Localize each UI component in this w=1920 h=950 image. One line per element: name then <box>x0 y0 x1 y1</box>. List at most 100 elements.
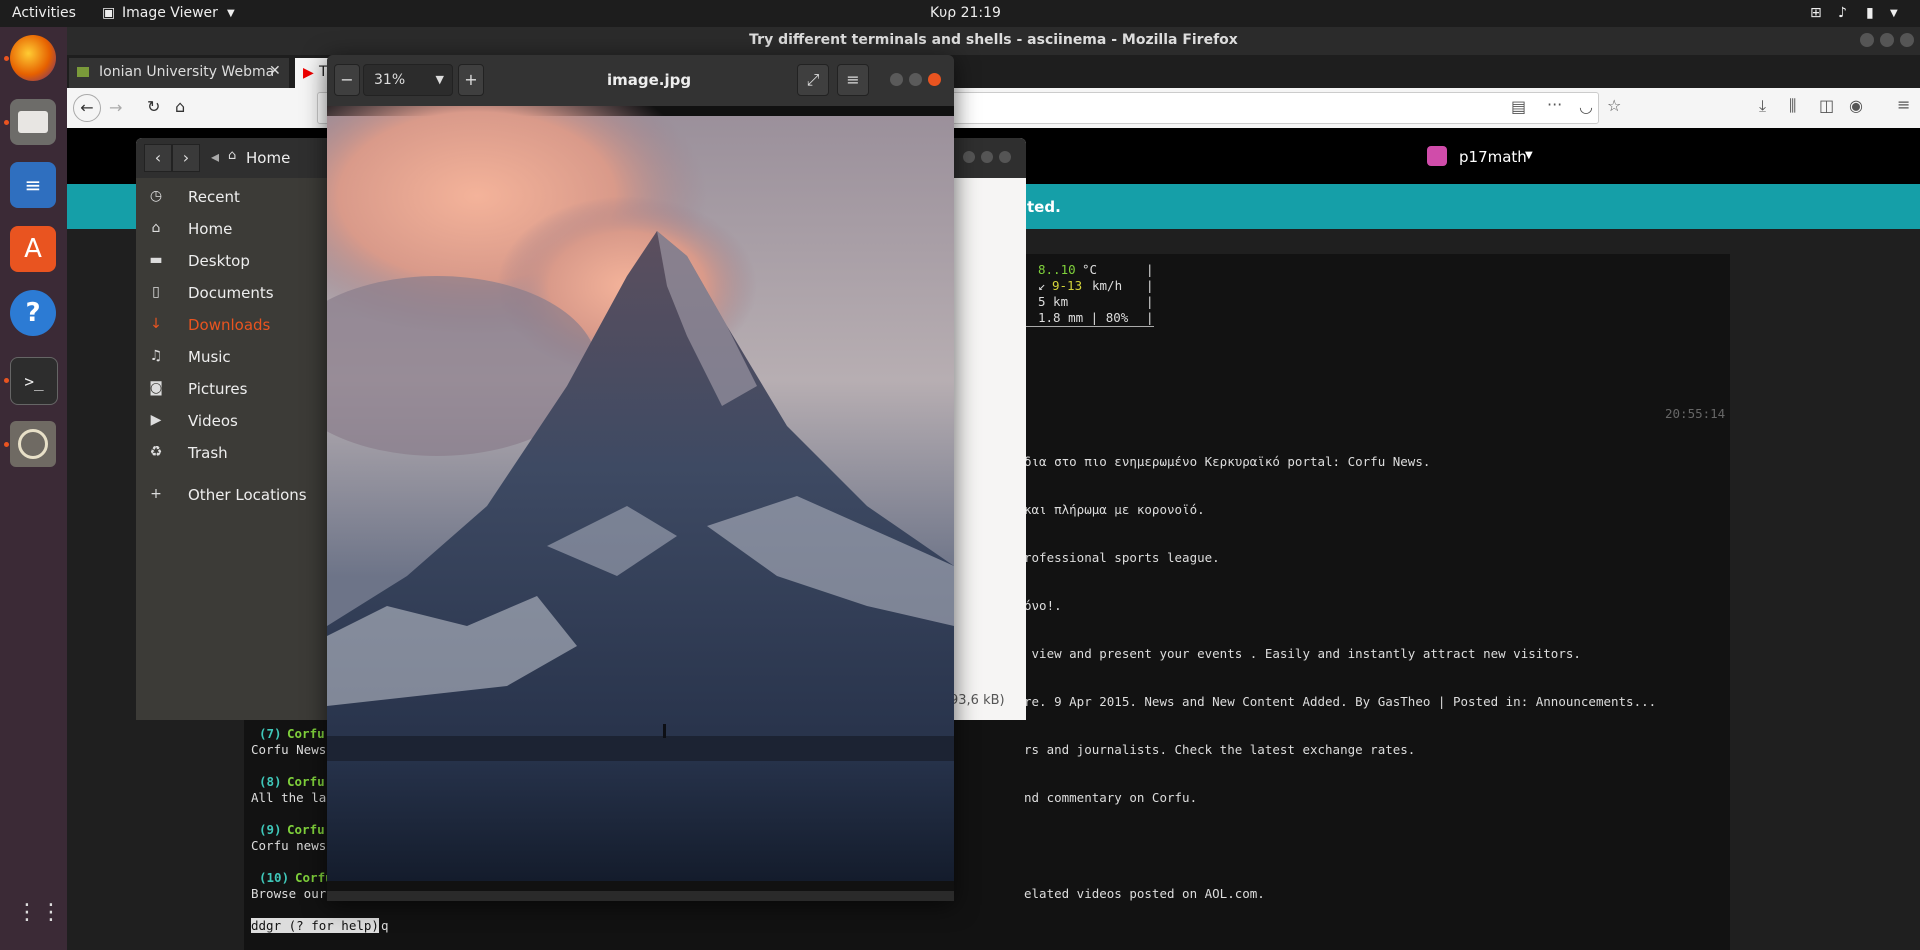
viewer-minimize-button[interactable] <box>890 73 903 86</box>
banner-text: ted. <box>1027 198 1061 216</box>
battery-icon[interactable]: ▮ <box>1866 5 1874 21</box>
home-button[interactable]: ⌂ <box>175 97 185 116</box>
ddgr-prompt: ddgr (? for help) <box>251 918 379 933</box>
lake <box>327 761 954 881</box>
system-menu-chevron-icon[interactable]: ▼ <box>1890 8 1898 19</box>
zoom-out-button[interactable]: − <box>334 64 360 96</box>
weather-temp-unit: °C <box>1082 262 1098 277</box>
tab-favicon-icon: ▶ <box>303 65 314 81</box>
sidebar-icon[interactable]: ◫ <box>1819 96 1834 115</box>
firefox-minimize-button[interactable] <box>1860 33 1874 47</box>
path-left-arrow-icon[interactable]: ◂ <box>208 144 222 170</box>
result-number: (7) <box>259 726 282 741</box>
tab-close-icon[interactable]: ✕ <box>269 63 281 79</box>
viewer-menu-button[interactable]: ≡ <box>837 64 869 96</box>
result-line: re. 9 Apr 2015. News and New Content Add… <box>1024 694 1657 709</box>
result-line: rs and journalists. Check the latest exc… <box>1024 742 1416 757</box>
activities-button[interactable]: Activities <box>12 5 76 21</box>
result-desc: All the lat <box>251 790 334 805</box>
result-desc: Corfu News <box>251 742 327 757</box>
trash-icon: ♻ <box>149 444 163 460</box>
result-number: (10) <box>259 870 290 885</box>
result-title: Corfu <box>287 774 325 789</box>
zoom-select[interactable]: 31% ▼ <box>363 64 453 96</box>
firefox-titlebar: Try different terminals and shells - asc… <box>67 27 1920 55</box>
files-close-button[interactable] <box>999 151 1011 163</box>
sidebar-item-music[interactable]: ♫ Music <box>136 342 328 374</box>
sidebar-item-pictures[interactable]: ◙ Pictures <box>136 374 328 406</box>
sidebar-item-other-locations[interactable]: + Other Locations <box>136 480 328 512</box>
result-number: (8) <box>259 774 282 789</box>
sidebar-item-downloads[interactable]: ↓ Downloads <box>136 310 328 342</box>
menu-icon[interactable]: ≡ <box>1897 95 1910 114</box>
page-actions-icon[interactable]: ··· <box>1547 95 1562 114</box>
app-menu-button[interactable]: Image Viewer <box>122 5 218 21</box>
downloads-icon[interactable]: ⤓ <box>1759 96 1766 116</box>
terminal-icon[interactable]: >_ <box>10 357 58 405</box>
weather-border: | <box>1146 310 1154 325</box>
writer-icon[interactable]: ≡ <box>10 162 56 208</box>
sidebar-item-home[interactable]: ⌂ Home <box>136 214 328 246</box>
result-line: elated videos posted on AOL.com. <box>1024 886 1265 901</box>
app-menu-chevron-icon: ▼ <box>227 8 235 19</box>
result-line: view and present your events . Easily an… <box>1024 646 1581 661</box>
result-desc: Corfu news. <box>251 838 334 853</box>
weather-visibility: 5 km <box>1038 294 1069 309</box>
sidebar-item-recent[interactable]: ◷ Recent <box>136 182 328 214</box>
clock-icon: ◷ <box>149 188 163 204</box>
library-icon[interactable]: ⫼ <box>1789 96 1796 116</box>
sidebar-item-trash[interactable]: ♻ Trash <box>136 438 328 470</box>
files-maximize-button[interactable] <box>981 151 993 163</box>
bookmark-star-icon[interactable]: ☆ <box>1607 96 1621 115</box>
firefox-close-button[interactable] <box>1900 33 1914 47</box>
result-line: και πλήρωμα με κορονοϊό. <box>1024 502 1205 517</box>
account-icon[interactable]: ◉ <box>1849 96 1863 115</box>
weather-border: | <box>1146 294 1154 309</box>
sidebar-item-documents[interactable]: ▯ Documents <box>136 278 328 310</box>
camera-icon: ◙ <box>149 380 163 396</box>
viewer-filename: image.jpg <box>607 71 692 89</box>
prompt-input[interactable]: q <box>381 918 389 933</box>
zoom-value: 31% <box>374 72 406 88</box>
zoom-in-button[interactable]: + <box>458 64 484 96</box>
running-indicator <box>4 56 9 61</box>
firefox-window-title: Try different terminals and shells - asc… <box>749 32 1238 48</box>
avatar[interactable] <box>1427 146 1447 166</box>
running-indicator <box>4 120 9 125</box>
username-menu[interactable]: p17math <box>1459 148 1527 166</box>
sidebar-item-desktop[interactable]: ▬ Desktop <box>136 246 328 278</box>
reload-button[interactable]: ↻ <box>147 97 160 116</box>
files-back-button[interactable]: ‹ <box>144 144 172 172</box>
mountain-photo <box>327 106 954 891</box>
files-icon[interactable] <box>10 99 56 145</box>
path-home-icon: ⌂ <box>228 148 237 163</box>
pocket-icon[interactable]: ◡ <box>1579 97 1593 116</box>
volume-icon[interactable]: ♪ <box>1838 5 1847 21</box>
tab-webmail[interactable]: Ionian University Webma ✕ <box>69 58 289 88</box>
result-line: δια στο πιο ενημερωμένο Κερκυραϊκό porta… <box>1024 454 1431 469</box>
network-icon[interactable]: ⊞ <box>1810 5 1822 21</box>
back-button[interactable]: ← <box>73 94 101 122</box>
clock[interactable]: Κυρ 21:19 <box>930 5 1001 21</box>
files-forward-button[interactable]: › <box>172 144 200 172</box>
viewer-close-button[interactable] <box>928 73 941 86</box>
forward-button[interactable]: → <box>109 98 122 117</box>
video-icon: ▶ <box>150 412 162 428</box>
help-icon[interactable]: ? <box>10 290 56 336</box>
home-icon: ⌂ <box>151 220 161 236</box>
show-applications-icon[interactable]: ⋮⋮⋮ <box>16 902 86 943</box>
firefox-icon[interactable] <box>10 35 56 81</box>
user-menu-chevron-icon[interactable]: ▼ <box>1525 150 1533 161</box>
viewer-maximize-button[interactable] <box>909 73 922 86</box>
image-viewer-icon[interactable] <box>10 421 56 467</box>
firefox-maximize-button[interactable] <box>1880 33 1894 47</box>
software-center-icon[interactable]: A <box>10 226 56 272</box>
fullscreen-button[interactable]: ⤢ <box>797 64 829 96</box>
top-bar: Activities ▣ Image Viewer ▼ Κυρ 21:19 ⊞ … <box>0 0 1920 27</box>
document-icon: ▯ <box>152 284 160 300</box>
files-minimize-button[interactable] <box>963 151 975 163</box>
sidebar-item-videos[interactable]: ▶ Videos <box>136 406 328 438</box>
path-home-button[interactable]: Home <box>246 149 290 167</box>
reader-view-icon[interactable]: ▤ <box>1511 97 1526 116</box>
zoom-chevron-icon: ▼ <box>435 73 444 86</box>
